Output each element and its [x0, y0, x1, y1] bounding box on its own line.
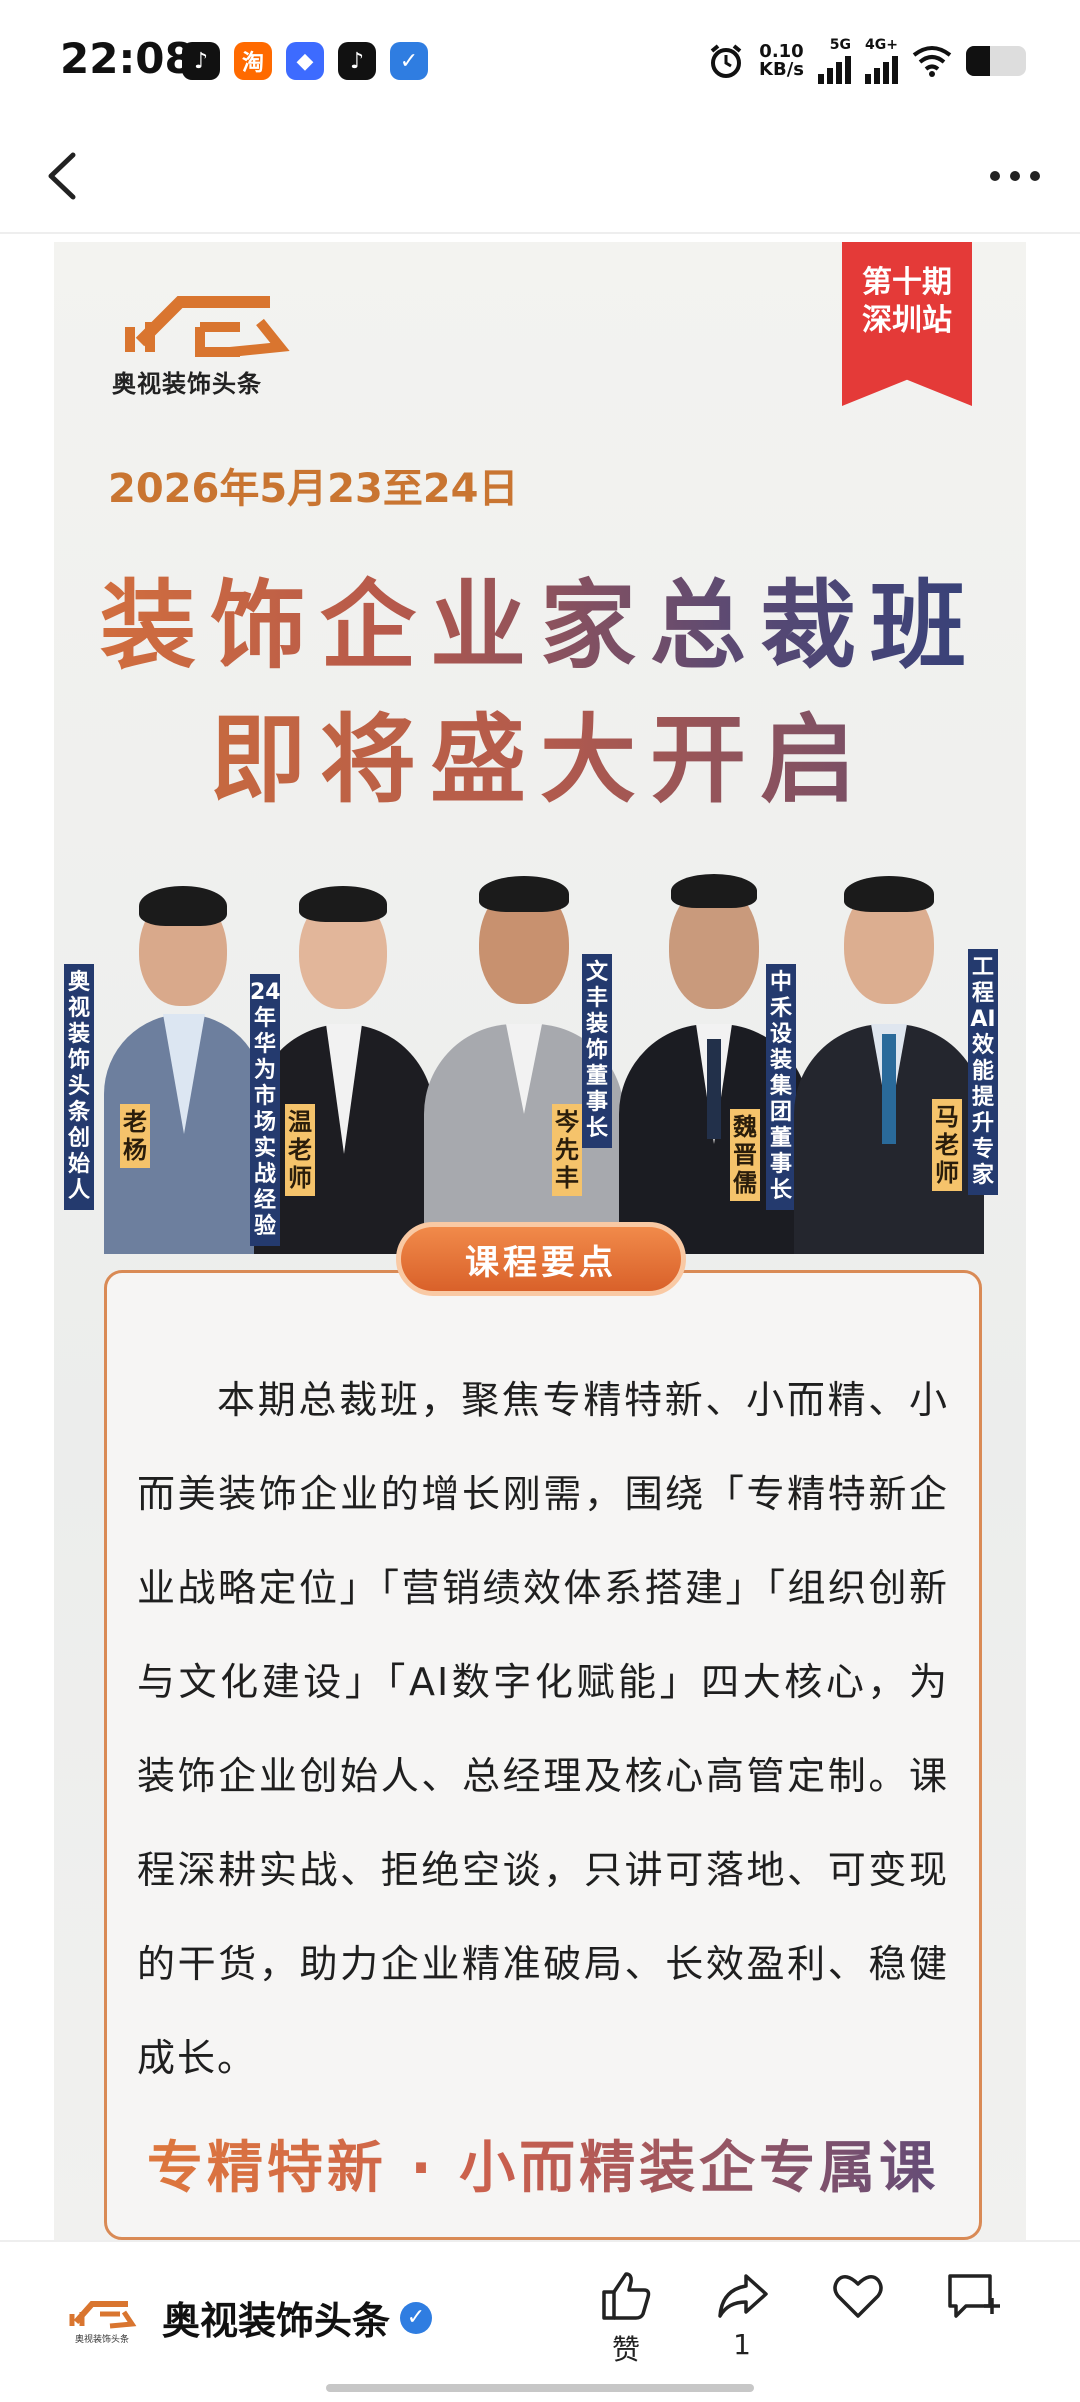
feishu-app-icon: ✓: [390, 42, 428, 80]
speaker-5-title: 工程AI效能提升专家: [968, 949, 998, 1195]
speaker-5-name: 马老师: [932, 1099, 962, 1191]
comment-button[interactable]: [934, 2268, 1014, 2378]
wifi-icon: [912, 46, 952, 77]
app-icon-blue: ◆: [286, 42, 324, 80]
network-label-1: 5G: [829, 37, 851, 53]
account-avatar-icon[interactable]: 奥视装饰头条: [64, 2292, 140, 2346]
more-options-button[interactable]: [980, 148, 1050, 204]
battery-fill: [966, 46, 990, 76]
back-button[interactable]: [34, 148, 90, 204]
home-indicator[interactable]: [326, 2384, 754, 2392]
speaker-1-name: 老杨: [120, 1104, 150, 1168]
speaker-3-title: 文丰装饰董事长: [582, 954, 612, 1148]
share-arrow-icon: [718, 2274, 768, 2318]
account-name: 奥视装饰头条: [162, 2299, 391, 2343]
verified-badge-icon: ✓: [400, 2301, 433, 2334]
speaker-photo-5: [794, 874, 984, 1254]
course-description: 本期总裁班，聚焦专精特新、小而精、小而美装饰企业的增长刚需，围绕「专精特新企业战…: [137, 1378, 949, 2080]
favorite-button[interactable]: [818, 2268, 898, 2378]
network-label-2: 4G+: [865, 37, 898, 53]
ribbon-line-2: 深圳站: [862, 303, 952, 338]
signal-bars-icon: [818, 52, 851, 84]
event-poster[interactable]: 奥视装饰头条 第十期 深圳站 2026年5月23至24日 装饰企业家总裁班 即将…: [54, 242, 1026, 2242]
speaker-2-name: 温老师: [285, 1104, 315, 1196]
event-date: 2026年5月23至24日: [108, 466, 519, 512]
share-button[interactable]: 1: [702, 2268, 782, 2378]
course-highlights-box: 本期总裁班，聚焦专精特新、小而精、小而美装饰企业的增长刚需，围绕「专精特新企业战…: [104, 1270, 982, 2240]
signal-bars-icon-2: [865, 52, 898, 84]
brand-name: 奥视装饰头条: [112, 370, 262, 398]
headline-line-2: 即将盛大开启: [54, 682, 1026, 821]
taobao-app-icon: 淘: [234, 42, 272, 80]
share-count: 1: [733, 2328, 751, 2361]
system-icons: 0.10 KB/s 5G 4G+: [707, 38, 1026, 84]
like-label: 赞: [611, 2333, 640, 2366]
signal-4g: 4G+: [865, 38, 898, 84]
heart-icon: [833, 2275, 883, 2318]
chevron-left-icon: [48, 152, 76, 200]
tiktok-app-icon: ♪: [182, 42, 220, 80]
speaker-3-name: 岑先丰: [552, 1104, 582, 1196]
account-name-row[interactable]: 奥视装饰头条 ✓: [162, 2290, 433, 2345]
tiktok-app-icon-2: ♪: [338, 42, 376, 80]
alarm-icon: [710, 44, 742, 78]
avatar-logo-text: 奥视装饰头条: [75, 2333, 129, 2345]
speaker-4-name: 魏晋儒: [730, 1109, 760, 1201]
battery-icon: [966, 46, 1026, 76]
bottom-action-bar: 奥视装饰头条 奥视装饰头条 ✓ 赞 1: [0, 2240, 1080, 2402]
signal-5g: 5G: [818, 38, 851, 84]
speaker-photo-1: [94, 874, 264, 1254]
thumbs-up-icon: [602, 2272, 651, 2320]
more-horizontal-icon: [990, 171, 1040, 181]
top-nav-bar: [0, 120, 1080, 234]
speaker-4-title: 中禾设装集团董事长: [766, 964, 796, 1210]
speaker-1-title: 奥视装饰头条创始人: [64, 964, 94, 1210]
headline-line-1: 装饰企业家总裁班: [54, 548, 1026, 687]
edition-ribbon: 第十期 深圳站: [842, 242, 972, 406]
ribbon-line-1: 第十期: [862, 265, 952, 300]
speaker-photo-2: [254, 874, 434, 1254]
notification-app-icons: ♪ 淘 ◆ ♪ ✓: [182, 42, 428, 80]
comment-add-icon: [948, 2274, 1000, 2318]
like-button[interactable]: 赞: [586, 2268, 666, 2378]
speaker-2-title: 24年华为市场实战经验: [250, 974, 281, 1246]
net-speed-unit: KB/s: [759, 59, 804, 80]
net-speed: 0.10 KB/s: [759, 43, 804, 79]
status-time: 22:08: [60, 34, 194, 83]
status-bar: 22:08 ♪ 淘 ◆ ♪ ✓ 0.10 KB/s 5G 4G+: [0, 0, 1080, 120]
course-slogan: 专精特新 · 小而精装企专属课: [107, 2123, 979, 2204]
section-title-badge: 课程要点: [396, 1222, 686, 1296]
speakers-row: 奥视装饰头条创始人 老杨 24年华为市场实战经验 温老师 岑先丰 文丰装饰董事长: [54, 854, 1026, 1254]
